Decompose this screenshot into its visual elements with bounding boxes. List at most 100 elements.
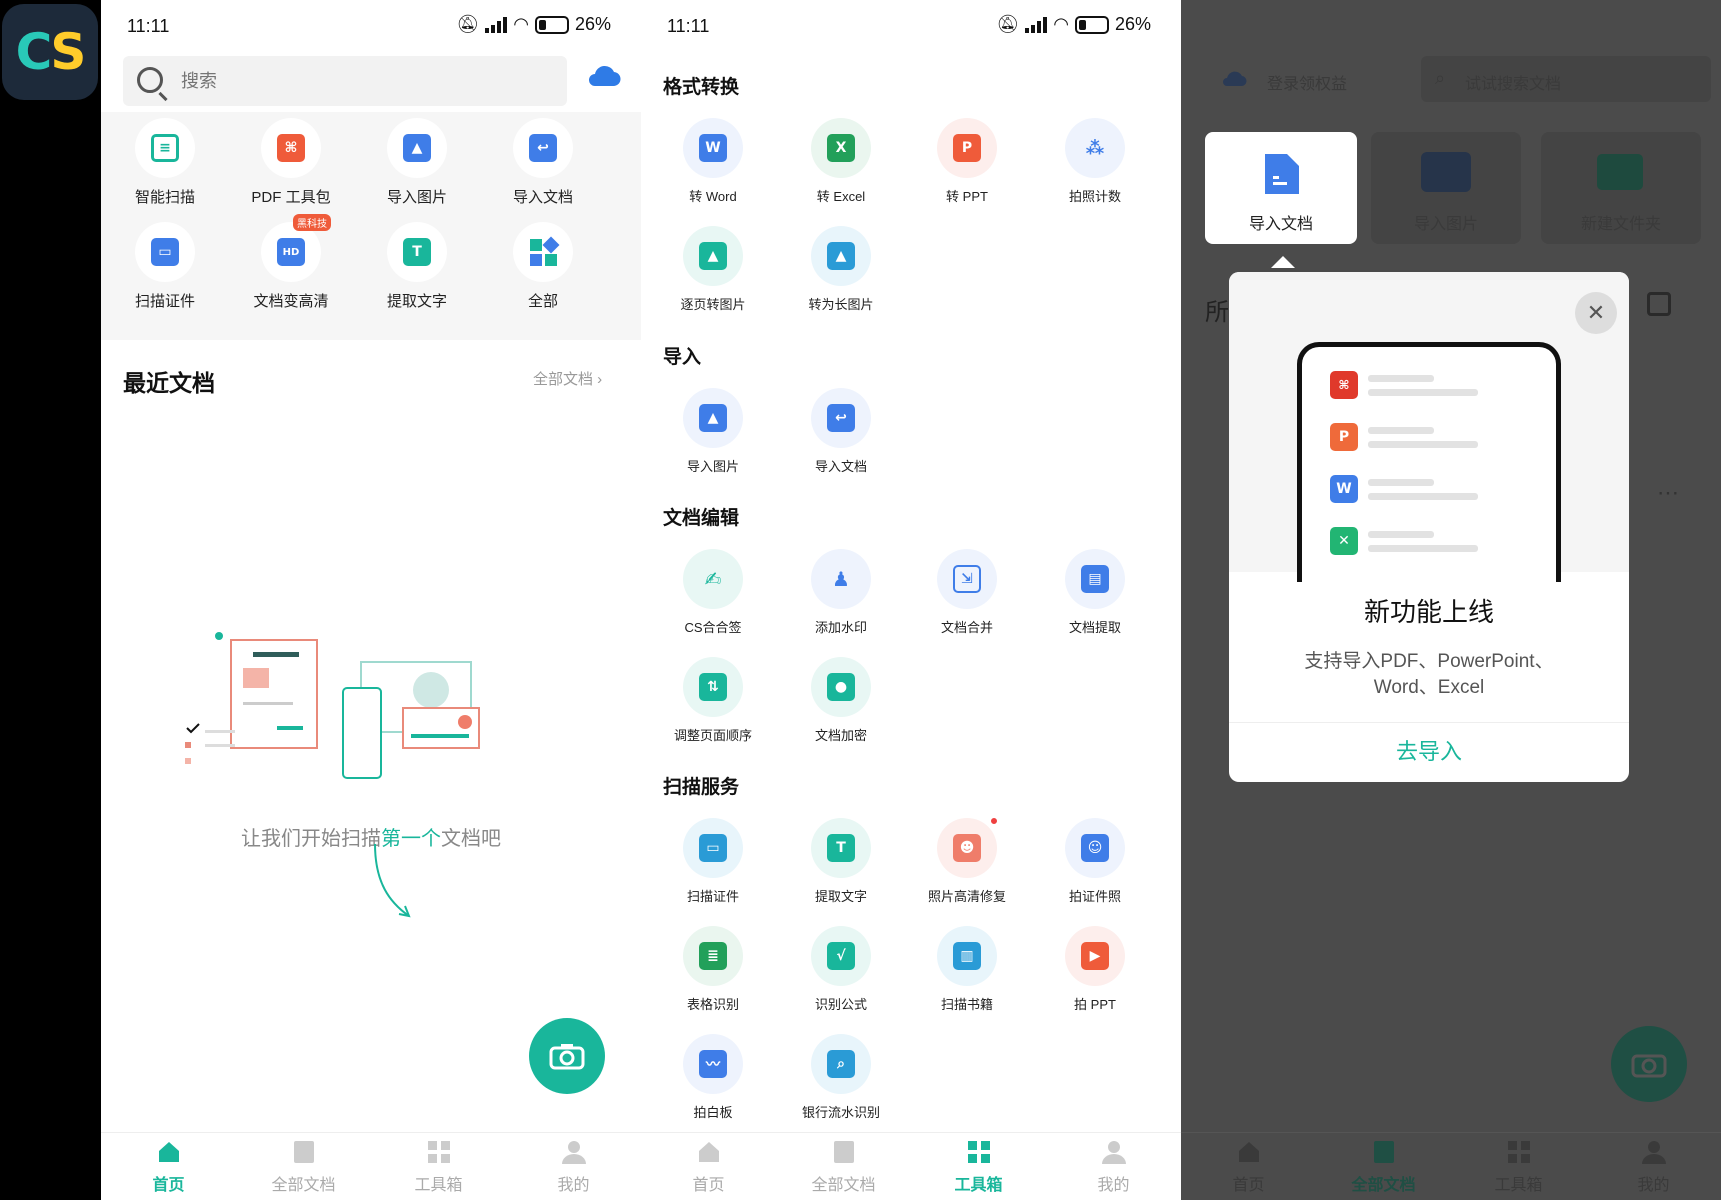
tool-import-doc[interactable]: ↩ 导入文档 [483, 118, 603, 207]
dialog-description: 支持导入PDF、PowerPoint、 Word、Excel [1304, 651, 1554, 698]
tool-extract-text[interactable]: T 提取文字 [781, 818, 901, 905]
tool-merge[interactable]: ⇲ 文档合并 [907, 549, 1027, 636]
presentation-icon: ▶ [1081, 942, 1109, 970]
table-icon: ≣ [699, 942, 727, 970]
book-icon: ▥ [953, 942, 981, 970]
tool-table-ocr[interactable]: ≣ 表格识别 [653, 926, 773, 1013]
tab-all-docs[interactable]: 全部文档 [1316, 1139, 1451, 1195]
tool-doc-hd[interactable]: HD 黑科技 文档变高清 [231, 214, 351, 311]
tool-all[interactable]: 全部 [483, 222, 603, 311]
all-docs-screen-with-popup: 登录领权益 ⌕ 试试搜索文档 导入图片 新建文件夹 所 ⋯ 导入文档 ⌘ P W… [1181, 0, 1721, 1200]
tool-photo-restore[interactable]: ☻ 照片高清修复 [907, 816, 1027, 905]
tool-bank-statement[interactable]: ⌕ 银行流水识别 [781, 1034, 901, 1121]
go-import-button[interactable]: 去导入 [1229, 734, 1629, 766]
scan-icon: ≡ [151, 134, 179, 162]
tab-me[interactable]: 我的 [1586, 1139, 1721, 1195]
tool-extract-text[interactable]: T 提取文字 [357, 222, 477, 311]
ppt-icon: P [1330, 423, 1358, 451]
action-import-doc[interactable]: 导入文档 [1205, 132, 1357, 244]
signal-icon [485, 16, 508, 33]
hd-icon: HD [277, 238, 305, 266]
status-time: 11:11 [127, 16, 170, 36]
long-image-icon: ▲ [827, 242, 855, 270]
action-import-image[interactable]: 导入图片 [1371, 132, 1521, 244]
camera-button[interactable] [1611, 1026, 1687, 1102]
tool-extract-pages[interactable]: ▤ 文档提取 [1035, 549, 1155, 636]
bottom-tab-bar: 首页 全部文档 工具箱 我的 [1181, 1132, 1721, 1200]
tool-id-photo[interactable]: ☺ 拍证件照 [1035, 818, 1155, 905]
search-input[interactable] [181, 66, 551, 96]
tool-to-word[interactable]: W转 Word [653, 118, 773, 205]
docs-search-placeholder: 试试搜索文档 [1465, 76, 1562, 93]
battery-level: 26% [1114, 14, 1151, 34]
tool-pdf-toolkit[interactable]: ⌘ PDF 工具包 [231, 118, 351, 207]
toolbox-screen: 11:11 🔕︎ ◠ 26% 格式转换 W转 Word X转 Excel P转 … [641, 0, 1181, 1200]
tab-me[interactable]: 我的 [506, 1139, 641, 1195]
docs-icon [291, 1139, 317, 1165]
camera-icon [1631, 1054, 1667, 1078]
tool-reorder-pages[interactable]: ⇅ 调整页面顺序 [653, 657, 773, 744]
tool-photo-count[interactable]: ⁂ 拍照计数 [1035, 118, 1155, 205]
tool-import-image[interactable]: ▲ 导入图片 [357, 118, 477, 207]
search-bar[interactable] [123, 56, 567, 106]
tool-encrypt[interactable]: ● 文档加密 [781, 657, 901, 744]
formula-icon: √ [827, 942, 855, 970]
word-icon: W [699, 134, 727, 162]
signature-icon: ✍ [704, 567, 722, 591]
tab-toolbox[interactable]: 工具箱 [911, 1139, 1046, 1195]
new-folder-icon [1597, 154, 1643, 190]
close-button[interactable]: ✕ [1575, 292, 1617, 334]
home-icon [696, 1139, 722, 1165]
action-new-folder[interactable]: 新建文件夹 [1541, 132, 1701, 244]
home-icon [156, 1139, 182, 1165]
docs-search-bar[interactable]: ⌕ 试试搜索文档 [1421, 56, 1711, 102]
tab-toolbox[interactable]: 工具箱 [1451, 1139, 1586, 1195]
id-photo-icon: ☺ [1081, 834, 1109, 862]
multi-select-icon[interactable] [1647, 292, 1671, 316]
import-image-icon: ▲ [699, 404, 727, 432]
tool-pages-to-images[interactable]: ▲ 逐页转图片 [653, 226, 773, 313]
tool-import-image[interactable]: ▲ 导入图片 [653, 388, 773, 475]
tool-shoot-ppt[interactable]: ▶ 拍 PPT [1035, 926, 1155, 1013]
import-image-icon: ▲ [403, 134, 431, 162]
import-doc-icon [1265, 154, 1299, 194]
app-icon-strip: CS [0, 0, 101, 1200]
word-icon: W [1330, 475, 1358, 503]
tool-cs-sign[interactable]: ✍ CS合合签 [653, 549, 773, 636]
tab-all-docs[interactable]: 全部文档 [776, 1139, 911, 1195]
tool-whiteboard[interactable]: 〰拍白板 [653, 1034, 773, 1121]
all-docs-link[interactable]: 全部文档 › [533, 368, 602, 389]
tool-smart-scan[interactable]: ≡ 智能扫描 [105, 118, 225, 207]
more-icon[interactable]: ⋯ [1657, 480, 1679, 506]
docs-icon [831, 1139, 857, 1165]
new-dot [989, 816, 999, 826]
tool-long-image[interactable]: ▲ 转为长图片 [781, 226, 901, 313]
tool-watermark[interactable]: ♟ 添加水印 [781, 549, 901, 636]
tool-import-doc[interactable]: ↩ 导入文档 [781, 388, 901, 475]
tool-to-excel[interactable]: X转 Excel [781, 118, 901, 205]
section-import: 导入 [663, 347, 702, 368]
cloud-sync-icon[interactable] [587, 64, 621, 88]
tool-scan-id[interactable]: ▭ 扫描证件 [653, 818, 773, 905]
tool-to-ppt[interactable]: P转 PPT [907, 118, 1027, 205]
toolbox-icon [1506, 1139, 1532, 1165]
excel-icon: X [827, 134, 855, 162]
tab-toolbox[interactable]: 工具箱 [371, 1139, 506, 1195]
tab-home[interactable]: 首页 [101, 1139, 236, 1195]
tool-scan-id[interactable]: ▭ 扫描证件 [105, 222, 225, 311]
status-time: 11:11 [667, 16, 710, 36]
merge-icon: ⇲ [953, 565, 981, 593]
tool-formula[interactable]: √ 识别公式 [781, 926, 901, 1013]
whiteboard-icon: 〰 [699, 1050, 727, 1078]
login-benefits-link[interactable]: 登录领权益 [1267, 70, 1347, 94]
person-icon [1641, 1139, 1667, 1165]
tab-all-docs[interactable]: 全部文档 [236, 1139, 371, 1195]
tool-scan-book[interactable]: ▥ 扫描书籍 [907, 926, 1027, 1013]
wifi-icon: ◠ [1053, 14, 1069, 34]
tab-home[interactable]: 首页 [641, 1139, 776, 1195]
camera-button[interactable] [529, 1018, 605, 1094]
section-initial: 所 [1205, 299, 1229, 326]
tab-home[interactable]: 首页 [1181, 1139, 1316, 1195]
tab-me[interactable]: 我的 [1046, 1139, 1181, 1195]
status-bar: 11:11 🔕︎ ◠ 26% [101, 12, 641, 42]
